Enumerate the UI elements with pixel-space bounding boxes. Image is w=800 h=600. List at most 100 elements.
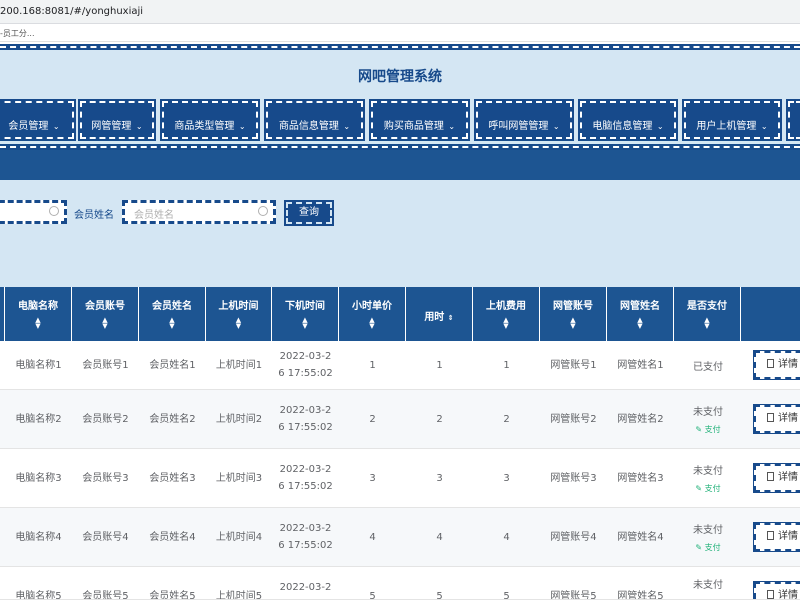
sort-icon[interactable]: ▲ ▼ (540, 317, 606, 330)
cell-hourly-price: 5 (369, 591, 376, 600)
search-label: 会员姓名 (74, 210, 114, 221)
cell-paid: 未支付 (674, 567, 742, 599)
sort-icon[interactable]: ▲ ▼ (674, 317, 740, 330)
pay-icon: ✎ (695, 484, 705, 493)
header-label: 网管姓名 (620, 301, 660, 312)
cell-paid: 未支付 ✎ 支付 (674, 390, 742, 448)
breadcrumb-band (0, 150, 800, 180)
nav-item-calls[interactable]: 呼叫网管管理 ⌄ (474, 99, 574, 141)
nav-item-sessions[interactable]: 用户上机管理 ⌄ (682, 99, 782, 141)
cell-admin-name: 网管姓名3 (617, 472, 664, 484)
nav-item-product-info[interactable]: 商品信息管理 ⌄ (264, 99, 365, 141)
table-row: 电脑名称2 会员账号2 会员姓名2 上机时间2 2022-03-2 6 17:55… (0, 390, 800, 449)
header-label: 电脑名称 (18, 301, 58, 312)
header-member-account[interactable]: 会员账号 ▲ ▼ (72, 287, 139, 341)
sort-icon[interactable]: ▲ ▼ (473, 317, 539, 330)
header: 网吧管理系统 (0, 50, 800, 98)
pay-link[interactable]: ✎ 支付 (695, 483, 720, 494)
document-icon (767, 472, 774, 481)
nav-label: 购买商品管理 (383, 121, 444, 132)
nav-item-members[interactable]: 会员管理 ⌄ (0, 99, 76, 141)
sort-icon[interactable]: ▲ ▼ (607, 317, 673, 330)
header-paid[interactable]: 是否支付 ▲ ▼ (674, 287, 741, 341)
sort-icon[interactable]: ⇕ (448, 314, 454, 322)
cell-member-account: 会员账号4 (82, 531, 129, 543)
nav-item-admins[interactable]: 网管管理 ⌄ (78, 99, 156, 141)
header-label: 上机时间 (218, 301, 259, 312)
sort-icon[interactable]: ▲ ▼ (272, 317, 338, 330)
cell-member-account: 会员账号5 (82, 591, 129, 600)
header-admin-name[interactable]: 网管姓名 ▲ ▼ (607, 287, 674, 341)
sort-icon[interactable]: ▲ ▼ (5, 317, 71, 330)
chevron-down-icon: ⌄ (340, 122, 351, 131)
document-icon (767, 590, 774, 599)
chevron-down-icon: ⌄ (758, 122, 768, 131)
detail-button[interactable]: 详情 (753, 350, 800, 380)
end-time-line1: 2022-03-2 (279, 405, 332, 416)
header-admin-account[interactable]: 网管账号 ▲ ▼ (540, 287, 607, 341)
cell-fee: 2 (503, 413, 510, 425)
header-member-name[interactable]: 会员姓名 ▲ ▼ (139, 287, 206, 341)
url-text[interactable]: 200.168:8081/#/yonghuxiaji (0, 6, 143, 17)
pay-icon: ✎ (695, 543, 705, 552)
chevron-down-icon: ⌄ (236, 122, 246, 131)
cell-fee: 5 (503, 591, 510, 600)
nav-item-product-types[interactable]: 商品类型管理 ⌄ (160, 99, 260, 141)
detail-button[interactable]: 详情 (753, 581, 800, 599)
search-placeholder: 会员姓名 (134, 210, 174, 221)
cell-hours: 4 (436, 531, 443, 543)
header-start-time[interactable]: 上机时间 ▲ ▼ (206, 287, 272, 341)
query-button[interactable]: 查询 (284, 200, 334, 226)
cell-hourly-price: 2 (369, 413, 376, 425)
pay-icon: ✎ (695, 425, 705, 434)
pay-link[interactable]: ✎ 支付 (695, 424, 720, 435)
cell-member-account: 会员账号2 (82, 413, 129, 425)
sort-icon[interactable]: ▲ ▼ (72, 317, 138, 330)
member-name-search-input[interactable]: 会员姓名 (122, 200, 276, 224)
table-row: 电脑名称5 会员账号5 会员姓名5 上机时间5 2022-03-2 5 5 5 … (0, 567, 800, 600)
cell-member-name: 会员姓名2 (149, 413, 196, 425)
cell-fee: 3 (503, 472, 510, 484)
cell-computer-name: 电脑名称2 (15, 413, 62, 425)
cell-start-time: 上机时间1 (215, 359, 263, 371)
nav-item-overflow[interactable] (786, 99, 800, 141)
nav-item-computers[interactable]: 电脑信息管理 ⌄ (578, 99, 678, 141)
cell-start-time: 上机时间3 (215, 472, 263, 484)
header-hours[interactable]: 用时 ⇕ (406, 287, 473, 341)
search-icon (258, 206, 268, 216)
cell-hours: 5 (436, 591, 443, 600)
detail-button[interactable]: 详情 (753, 404, 800, 434)
cell-computer-name: 电脑名称1 (15, 359, 62, 371)
header-label: 会员姓名 (152, 301, 192, 312)
header-label-text: 用时 (424, 312, 445, 323)
header-label: 小时单价 (352, 301, 392, 312)
cell-hours: 2 (436, 413, 443, 425)
nav-label: 用户上机管理 (696, 121, 757, 132)
header-fee[interactable]: 上机费用 ▲ ▼ (473, 287, 540, 341)
detail-button[interactable]: 详情 (753, 522, 800, 552)
chevron-down-icon: ⌄ (133, 122, 143, 131)
cell-admin-name: 网管姓名4 (617, 531, 664, 543)
cell-member-name: 会员姓名1 (149, 359, 196, 371)
sort-icon[interactable]: ▲ ▼ (206, 317, 271, 330)
cell-member-account: 会员账号3 (82, 472, 129, 484)
detail-button[interactable]: 详情 (753, 463, 800, 493)
end-time-line2: 6 17:55:02 (278, 422, 333, 433)
browser-address-bar[interactable]: 200.168:8081/#/yonghuxiaji (0, 0, 800, 24)
header-hourly-price[interactable]: 小时单价 ▲ ▼ (339, 287, 406, 341)
pay-label: 支付 (704, 425, 721, 434)
header-computer-name[interactable]: 电脑名称 ▲ ▼ (5, 287, 72, 341)
chevron-down-icon: ⌄ (550, 122, 560, 131)
nav-item-purchases[interactable]: 购买商品管理 ⌄ (369, 99, 470, 141)
pay-link[interactable]: ✎ 支付 (695, 542, 720, 553)
end-time-line1: 2022-03-2 (279, 523, 332, 534)
bookmark-item[interactable]: -员工分... (0, 28, 35, 39)
nav-label: 商品类型管理 (174, 121, 235, 132)
sort-icon[interactable]: ▲ ▼ (339, 317, 405, 330)
chevron-down-icon: ⌄ (654, 122, 664, 131)
header-end-time[interactable]: 下机时间 ▲ ▼ (272, 287, 339, 341)
cell-paid: 未支付 ✎ 支付 (674, 508, 742, 566)
search-input-partial[interactable] (0, 200, 67, 224)
document-icon (767, 413, 774, 422)
sort-icon[interactable]: ▲ ▼ (139, 317, 205, 330)
